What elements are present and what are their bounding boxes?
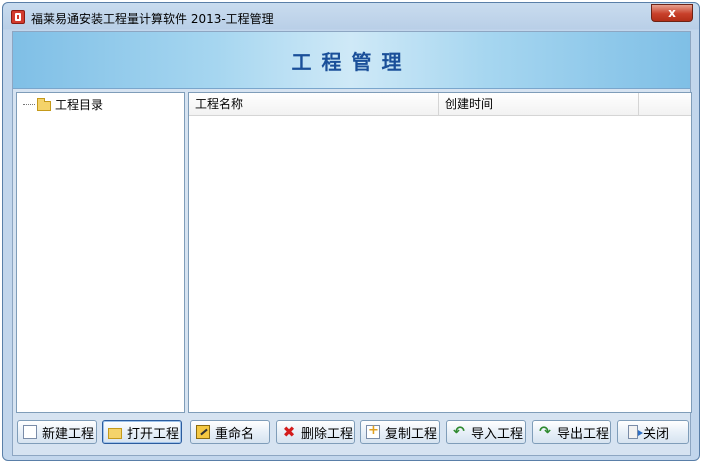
close-icon: x bbox=[668, 6, 676, 20]
copy-project-label: 复制工程 bbox=[385, 426, 438, 442]
export-project-label: 导出工程 bbox=[557, 426, 610, 442]
tree-root-label: 工程目录 bbox=[55, 98, 104, 112]
delete-icon: ✖ bbox=[282, 423, 296, 441]
window-close-button[interactable]: x bbox=[651, 4, 693, 22]
tree-connector bbox=[23, 104, 35, 105]
new-project-button[interactable]: 新建工程 bbox=[17, 420, 97, 444]
button-bar: 新建工程 打开工程 重命名 ✖ 删除工程 复制工程 ↶ 导入工程 bbox=[13, 420, 690, 446]
copy-project-button[interactable]: 复制工程 bbox=[360, 420, 440, 444]
open-project-button[interactable]: 打开工程 bbox=[102, 420, 182, 444]
rename-button[interactable]: 重命名 bbox=[190, 420, 270, 444]
delete-project-button[interactable]: ✖ 删除工程 bbox=[276, 420, 355, 444]
close-button[interactable]: 关闭 bbox=[617, 420, 689, 444]
window-title: 福莱易通安装工程量计算软件 2013-工程管理 bbox=[31, 12, 274, 26]
copy-icon bbox=[366, 423, 380, 439]
column-header-project-name[interactable]: 工程名称 bbox=[189, 93, 439, 115]
folder-icon bbox=[37, 97, 51, 111]
open-folder-icon bbox=[108, 427, 122, 439]
new-project-label: 新建工程 bbox=[42, 426, 95, 442]
delete-project-label: 删除工程 bbox=[301, 426, 354, 442]
banner-title: 工程管理 bbox=[291, 50, 412, 74]
list-header: 工程名称 创建时间 bbox=[189, 93, 691, 116]
app-icon bbox=[11, 10, 25, 24]
import-project-button[interactable]: ↶ 导入工程 bbox=[446, 420, 526, 444]
tree-root-item[interactable]: 工程目录 bbox=[23, 96, 103, 113]
rename-label: 重命名 bbox=[215, 426, 255, 442]
open-project-label: 打开工程 bbox=[127, 426, 180, 442]
close-label: 关闭 bbox=[643, 426, 670, 442]
import-project-label: 导入工程 bbox=[471, 426, 524, 442]
main-window: 福莱易通安装工程量计算软件 2013-工程管理 x 工程管理 工程目录 工程名称… bbox=[2, 2, 700, 461]
content-panel: 工程管理 工程目录 工程名称 创建时间 新建工程 打开工程 重命名 ✖ 删除工程… bbox=[12, 31, 692, 456]
project-tree[interactable]: 工程目录 bbox=[16, 92, 185, 413]
project-list[interactable]: 工程名称 创建时间 bbox=[188, 92, 692, 413]
exit-icon bbox=[628, 425, 643, 439]
rename-icon bbox=[196, 425, 210, 439]
column-header-empty bbox=[639, 93, 691, 115]
export-project-button[interactable]: ↷ 导出工程 bbox=[532, 420, 611, 444]
banner: 工程管理 bbox=[13, 32, 690, 89]
column-header-created-time[interactable]: 创建时间 bbox=[439, 93, 639, 115]
new-file-icon bbox=[23, 425, 37, 439]
import-icon: ↶ bbox=[453, 424, 465, 440]
export-icon: ↷ bbox=[539, 424, 551, 440]
title-bar: 福莱易通安装工程量计算软件 2013-工程管理 x bbox=[3, 3, 699, 31]
